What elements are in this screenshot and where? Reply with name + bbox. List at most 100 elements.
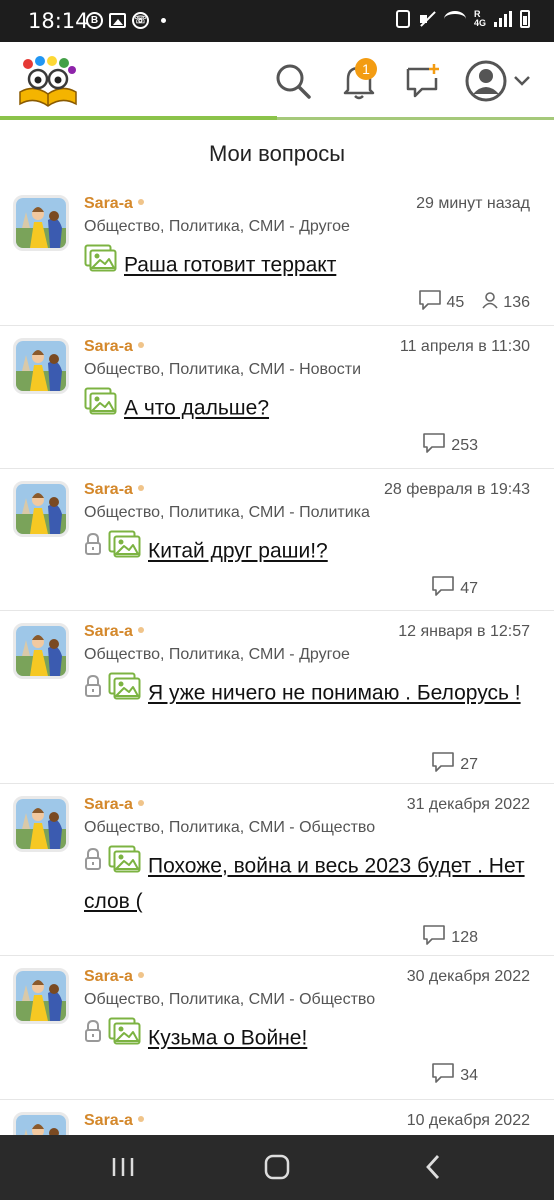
network-label: 4G xyxy=(473,18,486,28)
image-attachment-icon xyxy=(84,387,118,425)
avatar[interactable] xyxy=(13,481,69,537)
image-attachment-icon xyxy=(108,1017,142,1055)
search-button[interactable] xyxy=(268,56,318,106)
profile-menu-button[interactable] xyxy=(462,56,534,106)
question-item[interactable]: Sara-a 12 января в 12:57 Общество, Политик… xyxy=(0,611,554,784)
logo[interactable] xyxy=(16,52,80,110)
battery-icon xyxy=(520,10,530,28)
home-button[interactable] xyxy=(247,1149,307,1185)
question-item[interactable]: Sara-a 30 декабря 2022 Общество, Политика,… xyxy=(0,956,554,1100)
online-status-dot xyxy=(138,972,144,978)
answers-count: 34 xyxy=(460,1066,478,1084)
question-title-link[interactable]: Я уже ничего не понимаю . Белорусь ! xyxy=(148,682,521,705)
answers-count: 253 xyxy=(451,436,478,454)
question-date: 31 декабря 2022 xyxy=(406,796,530,813)
question-title-link[interactable]: Похоже, война и весь 2023 будет . Нет сл… xyxy=(84,855,525,913)
comment-icon xyxy=(422,924,446,951)
question-stats: 45 136 xyxy=(418,289,530,316)
question-stats: 253 xyxy=(422,432,478,459)
recent-apps-button[interactable] xyxy=(93,1149,153,1185)
question-item[interactable]: Sara-a 29 минут назад Общество, Политика, … xyxy=(0,183,554,326)
user-icon xyxy=(465,60,507,102)
question-date: 11 апреля в 11:30 xyxy=(399,338,530,355)
question-stats: 27 xyxy=(431,751,478,778)
answers-stat: 253 xyxy=(422,432,478,459)
question-title-row: Китай друг раши!? xyxy=(84,530,534,571)
image-attachment-icon xyxy=(108,530,142,568)
comment-icon xyxy=(431,751,455,778)
question-category[interactable]: Общество, Политика, СМИ - Другое xyxy=(84,218,350,236)
image-attachment-icon xyxy=(84,244,118,282)
author-name[interactable]: Sara-a xyxy=(84,623,133,641)
answers-stat: 47 xyxy=(431,575,478,602)
search-icon xyxy=(276,64,311,99)
question-category[interactable]: Общество, Политика, СМИ - Другое xyxy=(84,646,350,664)
question-date: 12 января в 12:57 xyxy=(398,623,530,640)
comment-icon xyxy=(431,575,455,602)
status-time: 18:14 xyxy=(28,9,89,33)
author-name[interactable]: Sara-a xyxy=(84,1112,133,1130)
chevron-down-icon xyxy=(514,76,530,86)
author-name[interactable]: Sara-a xyxy=(84,338,133,356)
gallery-icon xyxy=(109,13,126,28)
views-count: 136 xyxy=(503,293,530,311)
answers-count: 27 xyxy=(460,755,478,773)
home-icon xyxy=(264,1154,290,1180)
avatar[interactable] xyxy=(13,796,69,852)
author-name[interactable]: Sara-a xyxy=(84,796,133,814)
question-title-row: Похоже, война и весь 2023 будет . Нет сл… xyxy=(84,845,534,918)
status-bar: 18:14 В ☏ R 4G xyxy=(0,0,554,42)
header-underline xyxy=(277,117,554,120)
author-name[interactable]: Sara-a xyxy=(84,195,133,213)
question-stats: 34 xyxy=(431,1062,478,1089)
question-item[interactable]: Sara-a 28 февраля в 19:43 Общество, Полити… xyxy=(0,469,554,611)
question-category[interactable]: Общество, Политика, СМИ - Общество xyxy=(84,991,375,1009)
question-title-row: Раша готовит терракт xyxy=(84,244,534,285)
avatar[interactable] xyxy=(13,195,69,251)
question-title-link[interactable]: А что дальше? xyxy=(124,397,269,420)
question-date: 30 декабря 2022 xyxy=(406,968,530,985)
online-status-dot xyxy=(138,342,144,348)
signal-icon xyxy=(494,11,512,27)
comment-icon xyxy=(431,1062,455,1089)
question-title-link[interactable]: Китай друг раши!? xyxy=(148,540,328,563)
more-notifications-icon xyxy=(161,18,166,23)
image-attachment-icon xyxy=(108,672,142,710)
views-stat: 136 xyxy=(482,291,530,314)
question-item[interactable]: Sara-a 11 апреля в 11:30 Общество, Политик… xyxy=(0,326,554,469)
answers-stat: 45 xyxy=(418,289,464,316)
system-nav-bar xyxy=(0,1135,554,1200)
header-underline-active xyxy=(0,116,277,120)
question-category[interactable]: Общество, Политика, СМИ - Политика xyxy=(84,504,370,522)
wifi-icon xyxy=(443,11,466,27)
person-icon xyxy=(482,291,498,314)
question-title-row: Я уже ничего не понимаю . Белорусь ! xyxy=(84,672,534,713)
author-name[interactable]: Sara-a xyxy=(84,481,133,499)
question-category[interactable]: Общество, Политика, СМИ - Новости xyxy=(84,361,361,379)
question-date: 29 минут назад xyxy=(416,195,530,212)
question-date: 28 февраля в 19:43 xyxy=(383,481,530,498)
back-button[interactable] xyxy=(403,1149,463,1185)
recent-apps-icon xyxy=(112,1158,134,1176)
question-category[interactable]: Общество, Политика, СМИ - Общество xyxy=(84,819,375,837)
lock-icon xyxy=(84,532,102,565)
comment-icon xyxy=(418,289,442,316)
avatar[interactable] xyxy=(13,338,69,394)
online-status-dot xyxy=(138,199,144,205)
question-stats: 128 xyxy=(422,924,478,951)
image-attachment-icon xyxy=(108,845,142,883)
avatar[interactable] xyxy=(13,968,69,1024)
author-name[interactable]: Sara-a xyxy=(84,968,133,986)
add-question-icon xyxy=(406,64,439,98)
lock-icon xyxy=(84,847,102,880)
page-title: Мои вопросы xyxy=(208,141,346,166)
question-title-link[interactable]: Кузьма о Войне! xyxy=(148,1027,307,1050)
question-title-link[interactable]: Раша готовит терракт xyxy=(124,254,336,277)
vk-icon: В xyxy=(86,12,103,29)
question-title-row: Кузьма о Войне! xyxy=(84,1017,534,1058)
question-title-row: А что дальше? xyxy=(84,387,534,428)
question-item[interactable]: Sara-a 31 декабря 2022 Общество, Политика,… xyxy=(0,784,554,956)
ask-question-button[interactable] xyxy=(398,56,448,106)
answers-stat: 27 xyxy=(431,751,478,778)
avatar[interactable] xyxy=(13,623,69,679)
